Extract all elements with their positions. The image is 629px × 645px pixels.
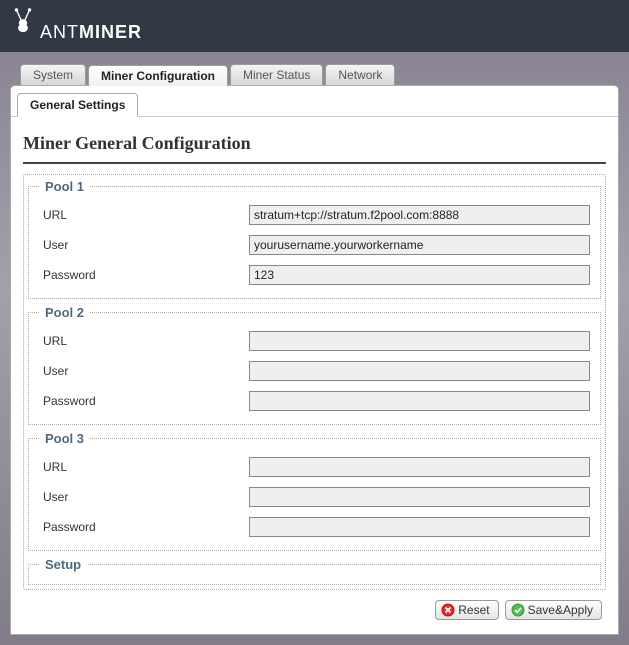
pool-2-url-label: URL: [39, 334, 249, 348]
pool-2-url-row: URL: [39, 326, 590, 356]
setup-legend: Setup: [39, 557, 87, 572]
brand-logo: ANTMINER: [14, 12, 142, 43]
tab-network[interactable]: Network: [325, 64, 395, 85]
reset-icon: [441, 603, 455, 617]
brand-text: ANTMINER: [40, 22, 142, 43]
config-card: General Settings Miner General Configura…: [10, 85, 619, 635]
pool-1-legend: Pool 1: [39, 179, 90, 194]
pool-1-url-input[interactable]: [249, 205, 590, 225]
pool-3-user-row: User: [39, 482, 590, 512]
pool-2-user-input[interactable]: [249, 361, 590, 381]
pool-2-user-row: User: [39, 356, 590, 386]
tab-system[interactable]: System: [20, 64, 86, 85]
pool-1-url-row: URL: [39, 200, 590, 230]
app-header: ANTMINER: [0, 0, 629, 52]
pool-2-url-input[interactable]: [249, 331, 590, 351]
pool-1-user-input[interactable]: [249, 235, 590, 255]
setup-fieldset: Setup: [28, 557, 601, 585]
pool-1-user-label: User: [39, 238, 249, 252]
pool-1-fieldset: Pool 1 URL User Password: [28, 179, 601, 299]
pool-3-password-label: Password: [39, 520, 249, 534]
primary-tabs: System Miner Configuration Miner Status …: [10, 64, 619, 85]
pool-3-url-row: URL: [39, 452, 590, 482]
pool-2-legend: Pool 2: [39, 305, 90, 320]
secondary-tabs: General Settings: [11, 86, 618, 117]
tab-miner-status[interactable]: Miner Status: [230, 64, 323, 85]
pool-3-password-input[interactable]: [249, 517, 590, 537]
save-apply-button-label: Save&Apply: [528, 603, 593, 617]
antminer-logo-icon: [14, 8, 34, 34]
content-area: Miner General Configuration Pool 1 URL U…: [11, 117, 618, 634]
pool-3-user-label: User: [39, 490, 249, 504]
pool-3-url-label: URL: [39, 460, 249, 474]
action-buttons: Reset Save&Apply: [23, 590, 606, 622]
page-title: Miner General Configuration: [23, 127, 606, 164]
pool-3-user-input[interactable]: [249, 487, 590, 507]
tab-miner-configuration[interactable]: Miner Configuration: [88, 65, 228, 86]
pool-1-password-row: Password: [39, 260, 590, 290]
pool-2-user-label: User: [39, 364, 249, 378]
reset-button[interactable]: Reset: [435, 600, 498, 620]
check-icon: [511, 603, 525, 617]
pool-1-password-label: Password: [39, 268, 249, 282]
pool-2-password-row: Password: [39, 386, 590, 416]
pool-2-fieldset: Pool 2 URL User Password: [28, 305, 601, 425]
pool-3-url-input[interactable]: [249, 457, 590, 477]
save-apply-button[interactable]: Save&Apply: [505, 600, 602, 620]
reset-button-label: Reset: [458, 603, 489, 617]
pool-3-password-row: Password: [39, 512, 590, 542]
pool-1-url-label: URL: [39, 208, 249, 222]
page-body: System Miner Configuration Miner Status …: [0, 52, 629, 645]
pool-settings-container: Pool 1 URL User Password Pool: [23, 174, 606, 590]
tab-general-settings[interactable]: General Settings: [17, 93, 138, 117]
pool-2-password-input[interactable]: [249, 391, 590, 411]
pool-3-legend: Pool 3: [39, 431, 90, 446]
pool-1-user-row: User: [39, 230, 590, 260]
pool-3-fieldset: Pool 3 URL User Password: [28, 431, 601, 551]
pool-2-password-label: Password: [39, 394, 249, 408]
pool-1-password-input[interactable]: [249, 265, 590, 285]
